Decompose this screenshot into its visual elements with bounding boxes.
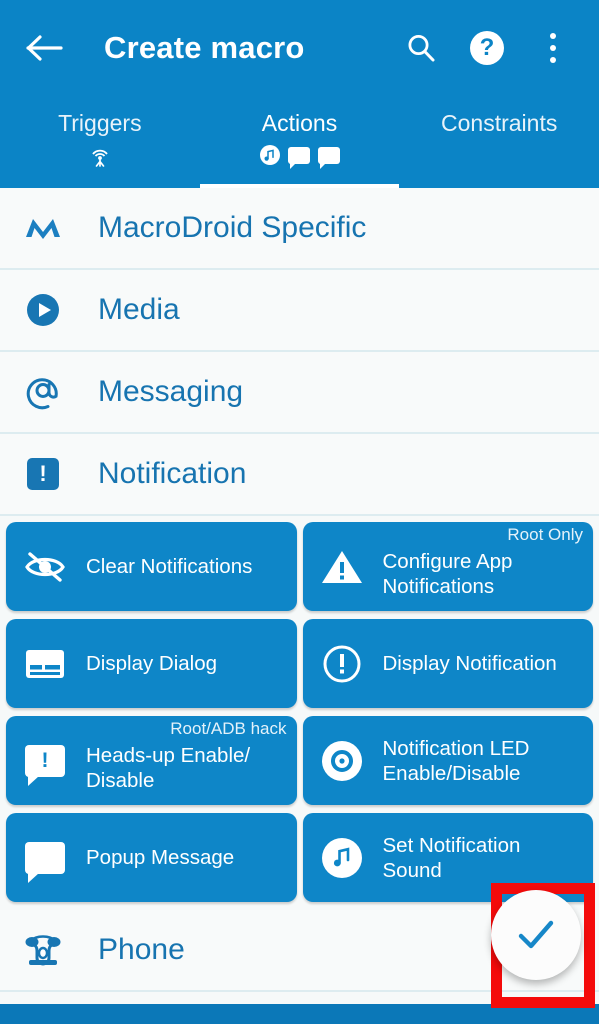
action-card-label: Clear Notifications (86, 555, 253, 578)
telephone-icon (20, 927, 66, 973)
tab-triggers-label: Triggers (58, 110, 142, 136)
category-label: Messaging (98, 375, 244, 408)
at-sign-icon (20, 369, 66, 415)
notification-exclamation-icon: ! (20, 451, 66, 497)
macrodroid-m-logo-icon (20, 205, 66, 251)
search-icon (408, 34, 435, 62)
category-row-messaging[interactable]: Messaging (0, 352, 599, 434)
exclamation-circle-icon (319, 641, 365, 687)
action-card-configure-app-notifications[interactable]: Root Only Configure App Notifications (302, 522, 593, 611)
action-card-clear-notifications[interactable]: Clear Notifications (6, 522, 297, 611)
telephone-glyph (25, 935, 61, 966)
search-button[interactable] (401, 28, 441, 68)
speech-bubble-icon (287, 146, 310, 169)
help-button[interactable]: ? (467, 28, 507, 68)
tab-actions[interactable]: Actions (199, 96, 400, 188)
action-card-label: Popup Message (86, 846, 235, 869)
at-sign-glyph (26, 378, 58, 410)
root-badge: Root Only (507, 525, 583, 544)
category-label: Phone (98, 933, 185, 966)
action-card-label: Display Dialog (86, 652, 218, 675)
speech-bubble-glyph (25, 841, 65, 883)
action-card-label: Display Notification (382, 652, 557, 675)
action-card-label: Heads-up Enable/ Disable (86, 743, 251, 792)
exclamation-square-glyph: ! (27, 458, 59, 490)
system-navigation-bar (0, 1004, 599, 1024)
app-bar: Create macro ? (0, 0, 599, 96)
tab-triggers[interactable]: Triggers (0, 96, 200, 188)
eye-off-glyph (25, 551, 65, 582)
action-card-display-dialog[interactable]: Display Dialog (6, 619, 297, 708)
action-card-display-notification[interactable]: Display Notification (302, 619, 593, 708)
exclamation-circle-glyph (323, 645, 360, 682)
page-title: Create macro (104, 30, 305, 65)
back-button[interactable] (22, 25, 68, 71)
action-card-label: Configure App Notifications (382, 549, 513, 598)
confirm-fab[interactable] (491, 890, 581, 980)
tab-actions-icons (259, 142, 340, 169)
help-label: ? (479, 34, 495, 61)
speech-bubble-exclamation-glyph: ! (25, 744, 65, 786)
category-row-media[interactable]: Media (0, 270, 599, 352)
action-card-label: Set Notification Sound (382, 833, 521, 882)
music-note-glyph (264, 148, 274, 161)
warning-triangle-icon (319, 544, 365, 590)
dialog-card-icon (22, 641, 68, 687)
category-label: Media (98, 293, 180, 326)
macrodroid-m-glyph (26, 219, 60, 239)
tab-actions-label: Actions (261, 110, 338, 136)
action-card-set-notification-sound[interactable]: Set Notification Sound (302, 813, 593, 902)
speech-bubble-icon (22, 835, 68, 883)
checkmark-icon (518, 920, 554, 949)
root-badge: Root/ADB hack (170, 719, 287, 738)
category-row-notification[interactable]: ! Notification (0, 434, 599, 516)
tab-bar: Triggers Actions Constraints (0, 96, 599, 188)
category-row-macrodroid-specific[interactable]: MacroDroid Specific (0, 188, 599, 270)
tab-constraints-label: Constraints (441, 110, 558, 136)
music-note-glyph (333, 847, 349, 866)
help-circle-icon: ? (470, 31, 504, 65)
warning-triangle-glyph (321, 550, 362, 583)
action-card-label: Notification LED Enable/Disable (382, 736, 530, 785)
play-circle-icon (20, 287, 66, 333)
more-vertical-icon (550, 33, 556, 63)
music-note-circle-icon (319, 835, 365, 881)
category-label: MacroDroid Specific (98, 211, 367, 244)
app-bar-actions: ? (401, 28, 581, 68)
led-dot-circle-glyph (321, 740, 362, 781)
app-screen: Create macro ? Triggers Actions Constrai… (0, 0, 599, 1024)
notification-actions-grid: Clear Notifications Root Only Configure … (0, 516, 599, 902)
led-dot-circle-icon (319, 738, 365, 784)
broadcast-tower-icon (92, 149, 108, 167)
speech-bubble-icon (317, 146, 340, 169)
arrow-left-icon (26, 35, 63, 61)
action-card-heads-up-enable-disable[interactable]: Root/ADB hack ! Heads-up Enable/ Disable (6, 716, 297, 805)
overflow-menu-button[interactable] (533, 28, 573, 68)
music-note-circle-glyph (321, 837, 362, 878)
led-dot-glyph (330, 749, 353, 772)
music-note-circle-icon (259, 145, 280, 165)
tab-triggers-icons (87, 142, 113, 168)
category-label: Notification (98, 457, 247, 490)
dialog-card-glyph (26, 649, 64, 678)
play-circle-glyph (27, 294, 59, 326)
eye-off-icon (22, 544, 68, 590)
speech-bubble-exclamation-icon: ! (22, 738, 68, 786)
action-card-notification-led-enable-disable[interactable]: Notification LED Enable/Disable (302, 716, 593, 805)
action-card-popup-message[interactable]: Popup Message (6, 813, 297, 902)
tab-constraints[interactable]: Constraints (399, 96, 599, 188)
